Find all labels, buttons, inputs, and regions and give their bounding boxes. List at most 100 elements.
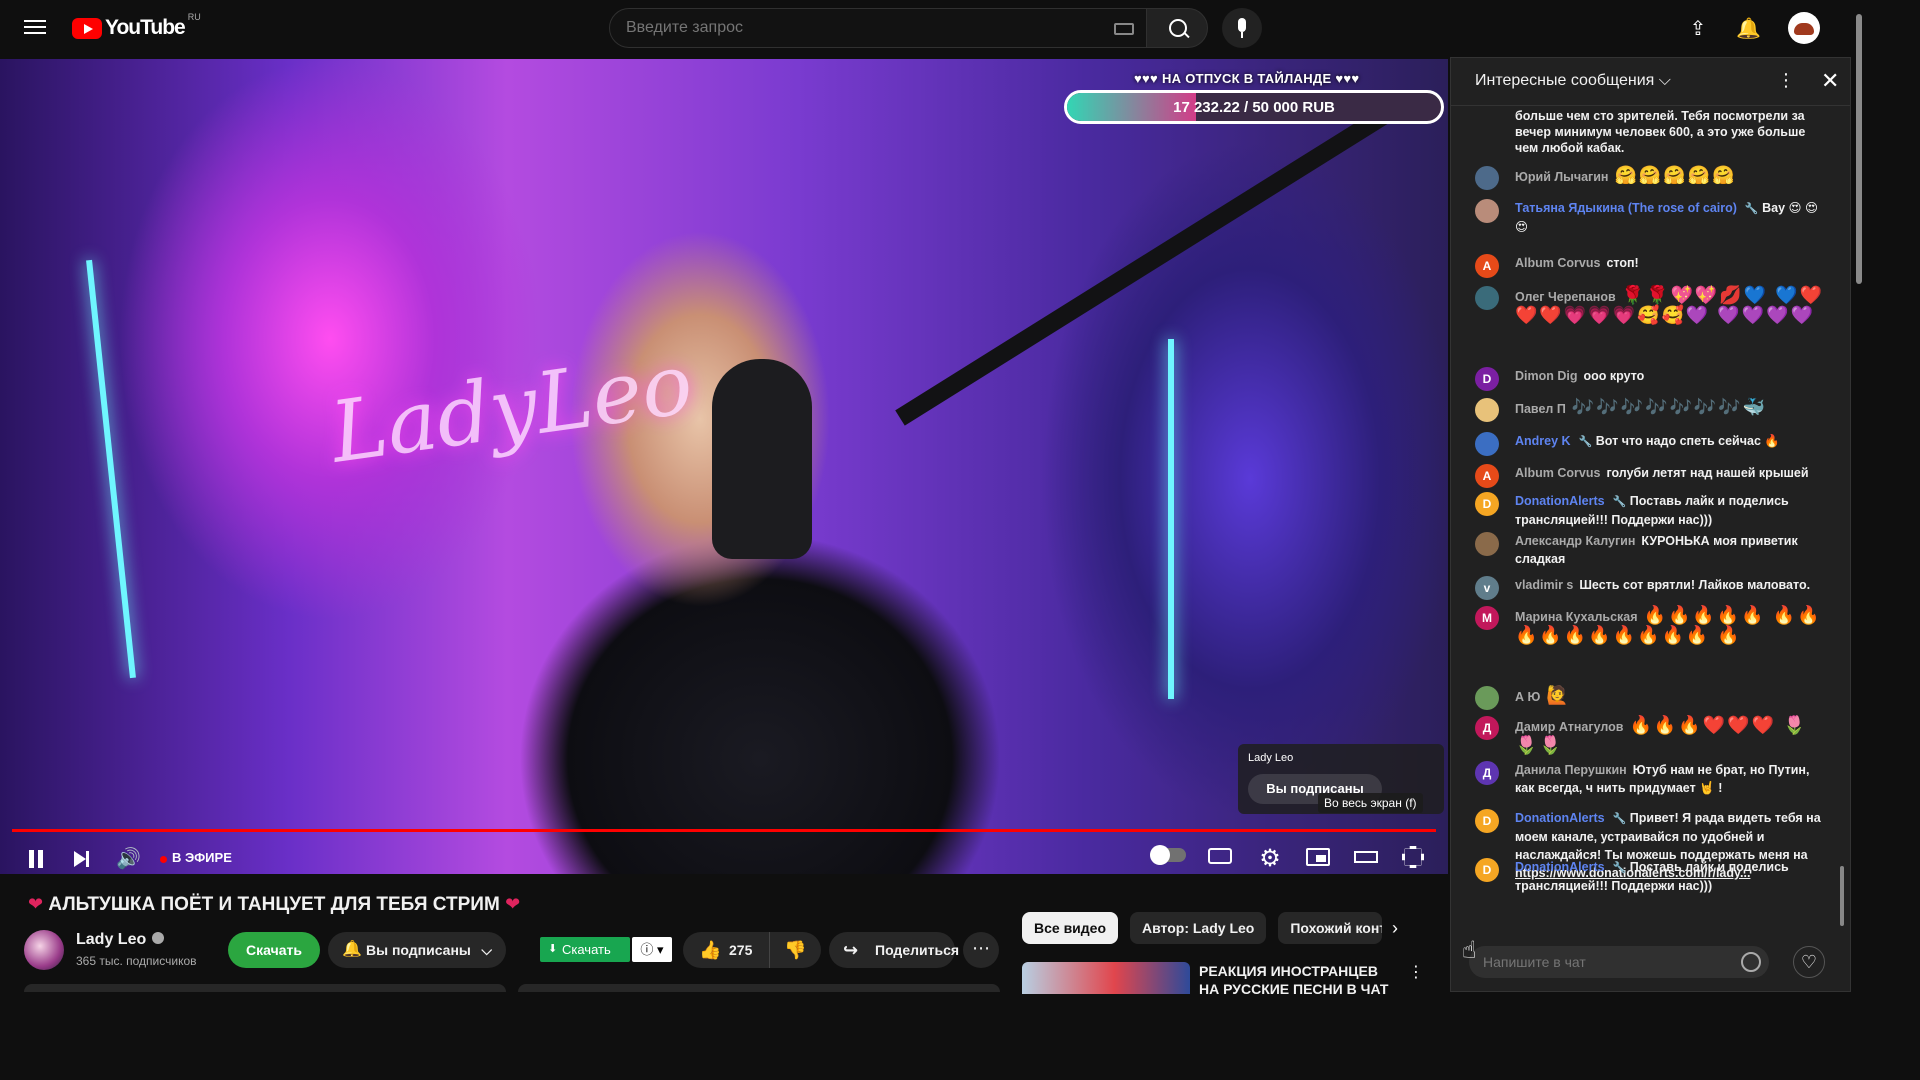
theater-mode-icon[interactable] <box>1354 851 1378 863</box>
more-vert-icon[interactable]: ⋮ <box>1777 70 1795 91</box>
chat-author[interactable]: Олег Черепанов <box>1515 290 1616 304</box>
more-actions-button[interactable]: ⋯ <box>963 932 999 968</box>
chat-avatar[interactable]: D <box>1475 809 1499 833</box>
channel-name-text[interactable]: Lady Leo <box>76 931 146 948</box>
voice-search-button[interactable] <box>1222 8 1262 48</box>
chevron-right-icon[interactable]: › <box>1392 918 1398 939</box>
settings-gear-icon[interactable]: ⚙ <box>1256 841 1284 877</box>
extension-info-button[interactable]: ⓘ ▾ <box>632 937 672 962</box>
bell-icon[interactable]: 🔔 <box>1736 16 1761 40</box>
chat-avatar[interactable]: A <box>1475 464 1499 488</box>
search-button[interactable] <box>1146 8 1208 48</box>
chat-author[interactable]: Album Corvus <box>1515 466 1600 480</box>
extension-download-button[interactable]: Скачать <box>540 937 630 962</box>
search-input[interactable] <box>626 19 1066 37</box>
donation-progress-bar: 17 232.22 / 50 000 RUB <box>1064 90 1444 124</box>
channel-avatar[interactable] <box>24 930 64 970</box>
close-icon[interactable]: ✕ <box>1821 68 1839 94</box>
keyboard-icon[interactable] <box>1114 23 1134 35</box>
chat-avatar[interactable]: A <box>1475 254 1499 278</box>
neon-light <box>1168 339 1174 699</box>
chat-author[interactable]: DonationAlerts <box>1515 494 1605 508</box>
chat-author[interactable]: Татьяна Ядыкина (The rose of cairo) <box>1515 201 1737 215</box>
chat-author[interactable]: А Ю <box>1515 690 1540 704</box>
chat-author[interactable]: Павел П <box>1515 402 1566 416</box>
chat-author[interactable]: Дамир Атнагулов <box>1515 720 1623 734</box>
next-icon[interactable] <box>70 841 94 874</box>
chat-author[interactable]: Александр Калугин <box>1515 534 1635 548</box>
chat-avatar[interactable] <box>1475 166 1499 190</box>
chat-text: голуби летят над нашей крышей <box>1606 466 1809 480</box>
chat-avatar[interactable] <box>1475 286 1499 310</box>
video-player[interactable]: LadyLeo ♥♥♥ НА ОТПУСК В ТАЙЛАНДЕ ♥♥♥ 17 … <box>0 59 1448 874</box>
dislike-button[interactable]: 👎 <box>769 932 821 968</box>
chat-author[interactable]: Юрий Лычагин <box>1515 170 1608 184</box>
emoji-icon[interactable] <box>1741 952 1761 972</box>
subscribed-button[interactable]: 🔔 Вы подписаны ⌵ <box>328 932 506 968</box>
chat-message: D DonationAlerts 🔧 Поставь лайк и поделись… <box>1475 858 1825 895</box>
chat-input[interactable] <box>1469 946 1769 978</box>
chat-avatar[interactable] <box>1475 199 1499 223</box>
chat-scrollbar[interactable] <box>1840 866 1844 926</box>
upload-icon[interactable]: ⇪ <box>1686 16 1710 40</box>
page-scrollbar[interactable] <box>1856 14 1862 284</box>
like-button[interactable]: 👍 275 <box>683 932 769 968</box>
subscribed-label: Вы подписаны <box>366 942 471 958</box>
search-box <box>609 8 1147 48</box>
subscriber-count: 365 тыс. подписчиков <box>76 954 197 968</box>
chat-message-body: Татьяна Ядыкина (The rose of cairo) 🔧 Вау… <box>1515 199 1825 236</box>
menu-icon[interactable] <box>20 16 50 40</box>
user-avatar[interactable] <box>1788 12 1820 44</box>
chip-author[interactable]: Автор: Lady Leo <box>1130 912 1267 944</box>
chat-message-body: vladimir s Шесть сот врятли! Лайков малов… <box>1515 576 1825 594</box>
related-video-title[interactable]: РЕАКЦИЯ ИНОСТРАНЦЕВ НА РУССКИЕ ПЕСНИ В Ч… <box>1199 962 1395 994</box>
chat-author[interactable]: vladimir s <box>1515 578 1573 592</box>
description-box[interactable] <box>24 984 506 992</box>
chat-author[interactable]: DonationAlerts <box>1515 860 1605 874</box>
chip-similar[interactable]: Похожий конте <box>1278 912 1383 944</box>
download-button[interactable]: Скачать <box>228 932 320 968</box>
fullscreen-icon[interactable] <box>1402 846 1424 868</box>
chat-author[interactable]: Марина Кухальская <box>1515 610 1638 624</box>
thumbs-up-icon: 👍 <box>699 940 722 960</box>
chat-message: Andrey K 🔧 Вот что надо спеть сейчас 🔥 <box>1475 432 1825 456</box>
pause-icon[interactable] <box>24 841 48 874</box>
like-dislike-group: 👍 275 👎 <box>683 932 821 968</box>
chat-mode-selector[interactable]: Интересные сообщения ⌵ <box>1475 72 1671 90</box>
comments-box[interactable] <box>518 984 1000 992</box>
chat-author[interactable]: Данила Перушкин <box>1515 763 1627 777</box>
chat-avatar[interactable]: М <box>1475 606 1499 630</box>
autoplay-toggle[interactable] <box>1150 845 1186 865</box>
verified-icon <box>152 932 165 944</box>
chat-author[interactable]: Dimon Dig <box>1515 369 1578 383</box>
chat-avatar[interactable] <box>1475 432 1499 456</box>
chat-message: A Album Corvus голуби летят над нашей крыш… <box>1475 464 1825 488</box>
chat-author[interactable]: Album Corvus <box>1515 256 1600 270</box>
chat-avatar[interactable] <box>1475 686 1499 710</box>
heart-reaction-button[interactable]: ♡ <box>1793 946 1825 978</box>
related-video-thumbnail[interactable] <box>1022 962 1190 994</box>
donation-goal-title: ♥♥♥ НА ОТПУСК В ТАЙЛАНДЕ ♥♥♥ <box>1134 71 1360 86</box>
share-button[interactable]: ↪ Поделиться <box>829 932 959 968</box>
chat-avatar[interactable] <box>1475 398 1499 422</box>
live-label[interactable]: В ЭФИРЕ <box>172 850 232 865</box>
subtitles-icon[interactable] <box>1208 848 1232 864</box>
chat-avatar[interactable]: D <box>1475 367 1499 391</box>
youtube-logo[interactable]: YouTube RU <box>72 12 201 40</box>
chat-avatar[interactable]: Д <box>1475 761 1499 785</box>
progress-bar[interactable] <box>12 829 1436 832</box>
chat-author[interactable]: DonationAlerts <box>1515 811 1605 825</box>
chat-avatar[interactable]: Д <box>1475 716 1499 740</box>
live-indicator-dot <box>160 856 167 863</box>
chat-avatar[interactable]: D <box>1475 858 1499 882</box>
chat-author[interactable]: Andrey K <box>1515 434 1571 448</box>
chat-message-body: Павел П 🎶🎶🎶🎶🎶🎶🎶🐳 <box>1515 398 1825 418</box>
chip-all-videos[interactable]: Все видео <box>1022 912 1119 944</box>
chat-avatar[interactable]: v <box>1475 576 1499 600</box>
chat-avatar[interactable]: D <box>1475 492 1499 516</box>
channel-name[interactable]: Lady Leo <box>76 931 165 949</box>
miniplayer-icon[interactable] <box>1306 848 1330 866</box>
more-vert-icon[interactable]: ⋮ <box>1408 962 1424 982</box>
chat-avatar[interactable] <box>1475 532 1499 556</box>
volume-icon[interactable]: 🔊 <box>116 841 144 874</box>
